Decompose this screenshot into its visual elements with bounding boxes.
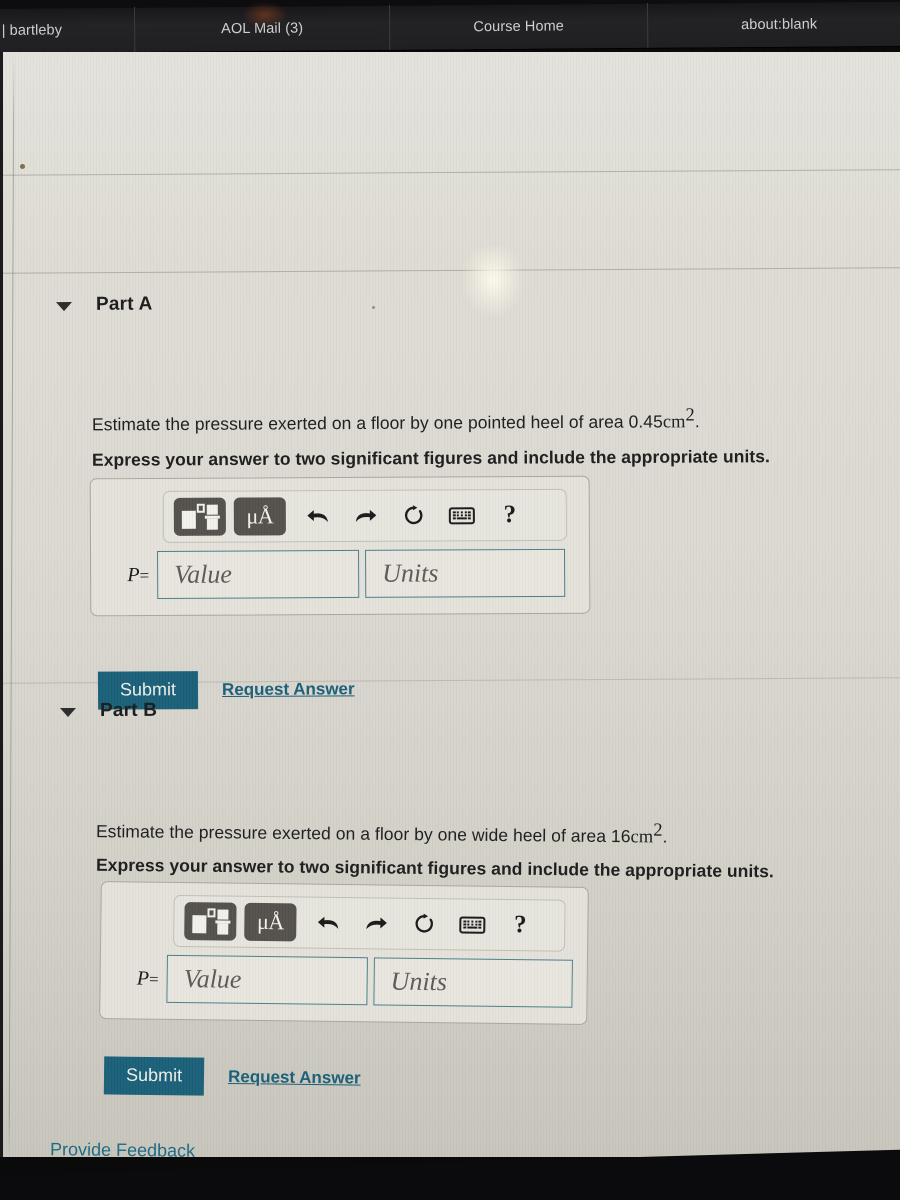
part-b-actions: Submit Request Answer (103, 1056, 361, 1097)
page-left-rule (8, 52, 15, 1157)
tab-bartleby[interactable]: y | bartleby (0, 6, 136, 53)
help-icon[interactable]: ? (496, 905, 544, 946)
part-b-field-row: P= Value Units (114, 954, 573, 1008)
part-a-request-answer-link[interactable]: Request Answer (222, 679, 355, 700)
tab-label: y | bartleby (0, 21, 63, 39)
part-a-equation-toolbar: μÅ ? (162, 488, 567, 543)
part-a-answer-box: μÅ ? P= Value Units (89, 475, 591, 617)
reset-circular-arrow-icon[interactable] (400, 904, 448, 945)
part-b-answer-box: μÅ ? P= Value Units (99, 881, 589, 1025)
part-a-instruction: Express your answer to two significant f… (91, 446, 770, 470)
page-content: Part A Estimate the pressure exerted on … (0, 52, 900, 1161)
part-b-request-answer-link[interactable]: Request Answer (228, 1067, 361, 1089)
redo-icon[interactable] (342, 496, 390, 536)
keyboard-icon[interactable] (448, 904, 496, 945)
question-unit-exponent: 2 (653, 820, 663, 841)
value-input[interactable]: Value (157, 549, 360, 599)
dust-speck (20, 164, 25, 169)
units-placeholder: Units (390, 966, 448, 997)
units-placeholder: Units (382, 558, 439, 588)
part-b-equation-toolbar: μÅ ? (173, 894, 566, 952)
keyboard-icon[interactable] (438, 495, 486, 535)
divider-top (0, 169, 900, 176)
tab-course-home[interactable]: Course Home (389, 2, 649, 50)
undo-icon[interactable] (304, 903, 352, 944)
screen-photo: y | bartleby AOL Mail (3) Course Home ab… (0, 0, 900, 1200)
value-input[interactable]: Value (166, 954, 368, 1006)
tab-aol-mail[interactable]: AOL Mail (3) (134, 1, 391, 52)
tab-about-blank[interactable]: about:blank (648, 1, 900, 48)
units-input[interactable]: Units (373, 957, 573, 1008)
units-micro-angstrom-icon[interactable]: μÅ (233, 497, 286, 536)
provide-feedback-link[interactable]: Provide Feedback (50, 1139, 195, 1162)
part-b-question: Estimate the pressure exerted on a floor… (96, 812, 668, 852)
question-period: . (662, 826, 668, 847)
dust-speck (372, 306, 375, 309)
template-icon[interactable] (184, 902, 237, 941)
question-unit: cm (630, 827, 654, 848)
units-input[interactable]: Units (365, 548, 566, 598)
browser-tab-strip: y | bartleby AOL Mail (3) Course Home ab… (0, 0, 900, 53)
part-b-header[interactable]: Part B (4, 700, 157, 722)
tab-label: Course Home (473, 17, 565, 35)
question-text: Estimate the pressure exerted on a floor… (95, 821, 612, 847)
redo-icon[interactable] (352, 903, 400, 944)
help-icon[interactable]: ? (486, 495, 534, 535)
part-a-field-row: P= Value Units (105, 548, 575, 599)
part-a-question: Estimate the pressure exerted on a floor… (92, 402, 700, 440)
reset-circular-arrow-icon[interactable] (390, 495, 438, 535)
value-placeholder: Value (183, 964, 242, 994)
question-value: 0.45 (628, 411, 663, 432)
units-button-label: μÅ (256, 908, 284, 935)
question-value: 16 (610, 826, 631, 847)
camera-glare (462, 248, 524, 318)
screen-bezel-left (0, 52, 3, 1157)
divider-part-a (0, 267, 900, 274)
template-icon[interactable] (173, 497, 226, 536)
value-placeholder: Value (174, 559, 232, 589)
part-b-instruction: Express your answer to two significant f… (95, 854, 775, 882)
question-unit: cm (662, 412, 686, 433)
question-unit-exponent: 2 (685, 405, 695, 426)
part-a-header[interactable]: Part A (0, 294, 153, 317)
triangle-down-icon[interactable] (59, 707, 77, 717)
tab-label: AOL Mail (3) (221, 20, 304, 37)
pressure-label: P= (127, 563, 150, 586)
units-button-label: μÅ (246, 503, 274, 529)
part-b-submit-button[interactable]: Submit (103, 1056, 205, 1096)
undo-icon[interactable] (294, 496, 342, 536)
tab-label: about:blank (741, 16, 818, 33)
part-b-title: Part B (99, 699, 158, 721)
part-a-title: Part A (95, 293, 153, 315)
pressure-label: P= (136, 966, 159, 990)
triangle-down-icon[interactable] (55, 301, 73, 311)
units-micro-angstrom-icon[interactable]: μÅ (244, 902, 297, 942)
question-period: . (694, 411, 700, 432)
question-text: Estimate the pressure exerted on a floor… (91, 411, 629, 435)
